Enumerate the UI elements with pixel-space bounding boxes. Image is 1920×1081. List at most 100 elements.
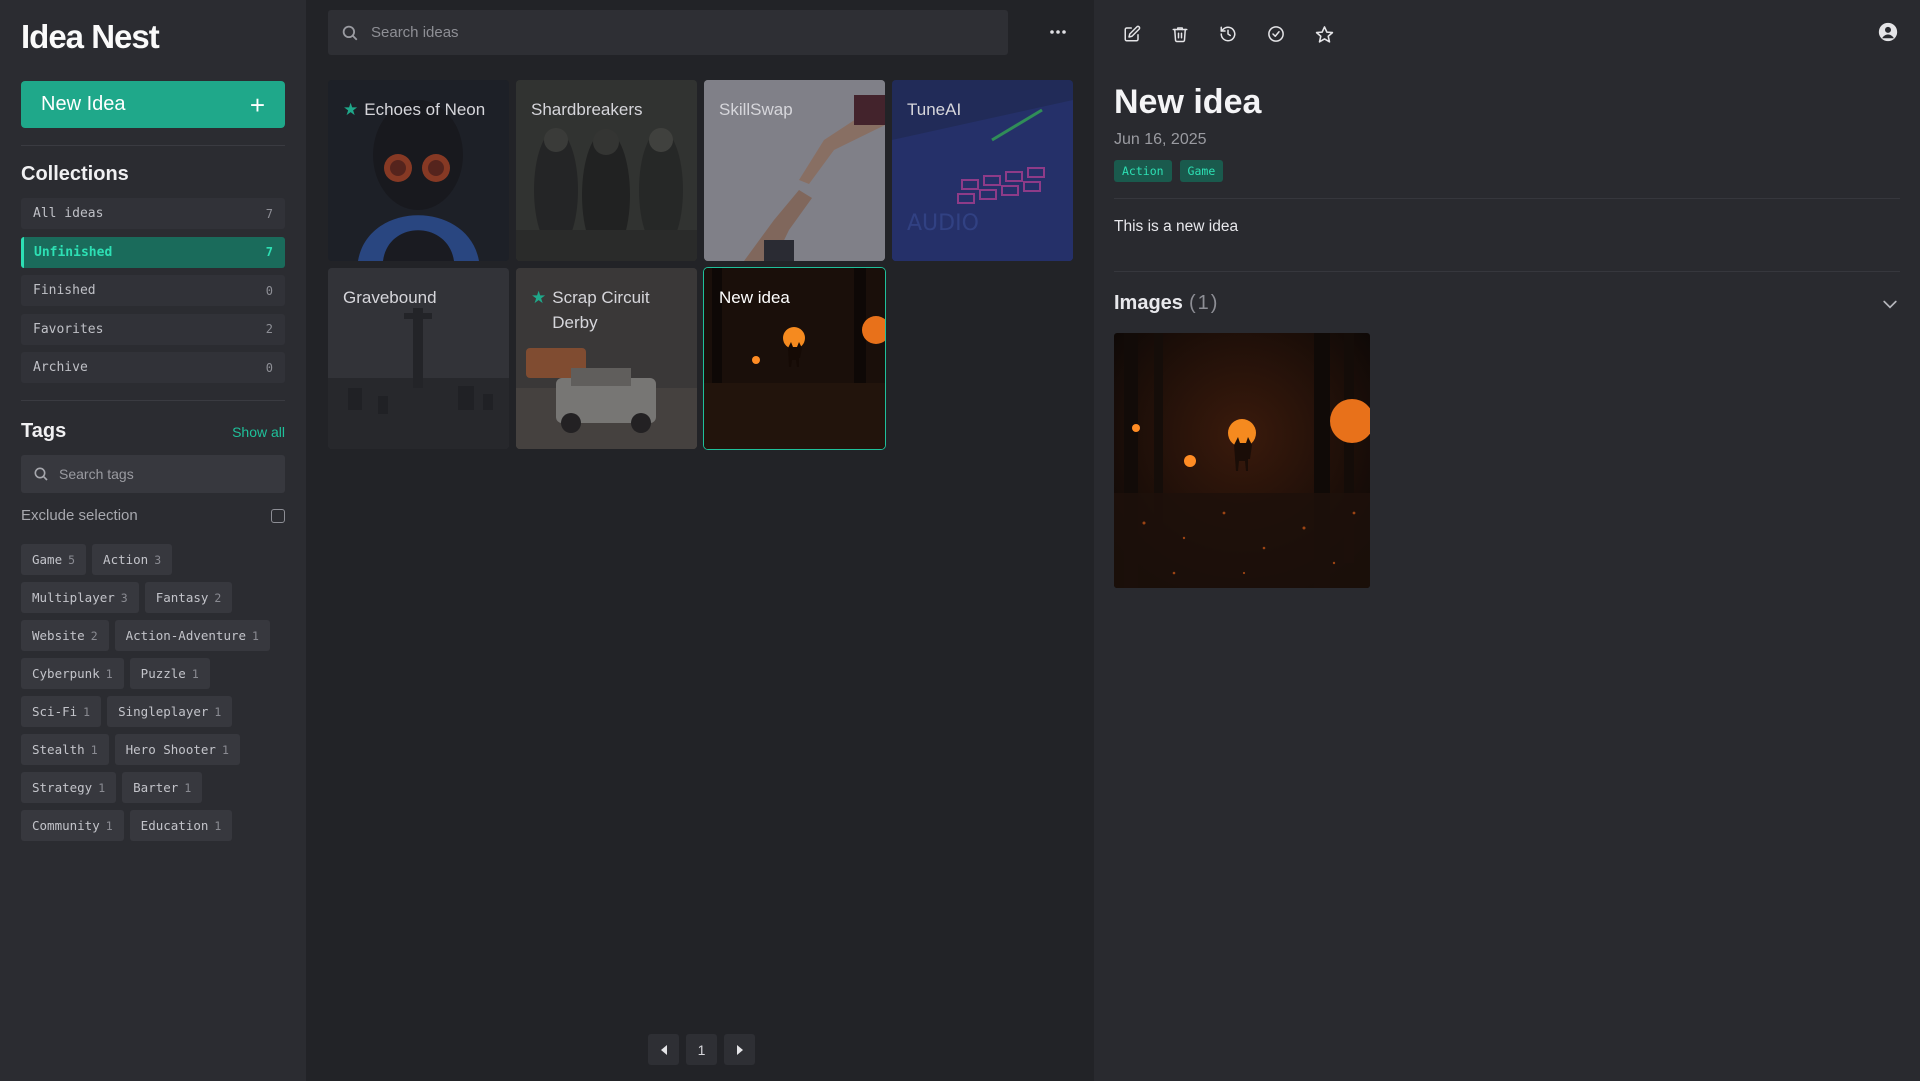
detail-toolbar <box>1120 22 1336 46</box>
exclude-selection-checkbox[interactable] <box>271 508 285 523</box>
collection-item-favorites[interactable]: Favorites 2 <box>21 313 285 345</box>
idea-date: Jun 16, 2025 <box>1114 131 1207 148</box>
collection-item-finished[interactable]: Finished 0 <box>21 275 285 306</box>
collection-label: All ideas <box>33 206 104 221</box>
next-page-button[interactable] <box>724 1034 755 1065</box>
collection-count: 0 <box>265 360 273 375</box>
ideas-panel: ★ Echoes of Neon Shardbreakers SkillSwap AUD… <box>306 0 1094 1081</box>
tag-label: Cyberpunk <box>32 666 100 681</box>
tag-count: 3 <box>154 552 162 567</box>
collection-label: Favorites <box>33 321 104 337</box>
caret-right-icon <box>736 1044 743 1055</box>
tag-chip[interactable]: Stealth 1 <box>21 734 109 765</box>
idea-image-thumbnail[interactable] <box>1114 333 1370 588</box>
idea-card[interactable]: SkillSwap <box>704 80 885 261</box>
tags-title: Tags <box>21 420 67 442</box>
tag-list: Game 5 Action 3 Multiplayer 3 Fantasy 2 Website 2… <box>21 544 291 841</box>
tag-count: 5 <box>68 552 76 567</box>
idea-card-title: SkillSwap <box>719 97 873 122</box>
tag-label: Singleplayer <box>118 704 209 719</box>
show-all-tags-link[interactable]: Show all <box>232 424 285 440</box>
collection-item-unfinished[interactable]: Unfinished 7 <box>21 236 285 268</box>
tag-chip[interactable]: Puzzle 1 <box>129 658 210 689</box>
tag-label: Education <box>140 818 209 833</box>
exclude-selection-row: Exclude selection <box>21 507 285 524</box>
chevron-down-icon[interactable] <box>1880 294 1900 314</box>
new-idea-button[interactable]: New Idea + <box>21 81 285 128</box>
history-button[interactable] <box>1216 22 1240 46</box>
search-icon <box>34 467 48 481</box>
idea-search-input[interactable] <box>371 24 971 41</box>
tag-chip[interactable]: Education 1 <box>129 810 233 841</box>
tag-count: 1 <box>98 780 106 795</box>
idea-card[interactable]: Shardbreakers <box>516 80 697 261</box>
divider <box>1114 198 1900 199</box>
idea-card-title-text: Shardbreakers <box>531 100 643 119</box>
mark-finished-button[interactable] <box>1264 22 1288 46</box>
collection-label: Finished <box>33 283 96 298</box>
images-count: (1) <box>1188 292 1220 314</box>
delete-button[interactable] <box>1168 22 1192 46</box>
prev-page-button[interactable] <box>648 1034 679 1065</box>
idea-title: New idea <box>1114 83 1262 121</box>
tag-search-box <box>21 455 285 493</box>
app-logo: Idea Nest <box>21 18 160 55</box>
star-icon: ★ <box>343 100 359 119</box>
collection-count: 0 <box>265 283 273 298</box>
collection-label: Unfinished <box>34 244 113 260</box>
tag-chip[interactable]: Website 2 <box>21 620 109 651</box>
idea-description: This is a new idea <box>1114 218 1239 235</box>
idea-tag-chip[interactable]: Action <box>1114 160 1172 182</box>
tag-count: 1 <box>90 742 98 757</box>
idea-card-title: New idea <box>719 285 873 310</box>
tag-count: 1 <box>252 628 259 643</box>
idea-card-title-text: Gravebound <box>343 288 437 307</box>
tag-search-input[interactable] <box>59 466 259 482</box>
tag-label: Fantasy <box>155 590 209 605</box>
idea-card[interactable]: AUDIO TuneAI <box>892 80 1073 261</box>
tag-label: Website <box>32 628 85 643</box>
idea-tag-chip[interactable]: Game <box>1179 160 1224 182</box>
idea-card[interactable]: New idea <box>703 267 886 450</box>
tag-chip[interactable]: Cyberpunk 1 <box>21 658 124 689</box>
edit-button[interactable] <box>1120 22 1144 46</box>
tag-label: Hero Shooter <box>125 742 216 757</box>
favorite-button[interactable] <box>1312 22 1336 46</box>
tag-chip[interactable]: Multiplayer 3 <box>21 582 139 613</box>
images-section-header[interactable]: Images (1) <box>1114 292 1900 315</box>
edit-icon <box>1124 25 1141 42</box>
plus-icon: + <box>249 89 265 120</box>
search-icon <box>342 25 358 40</box>
idea-search-box <box>328 10 1008 55</box>
divider <box>21 400 285 401</box>
more-horizontal-icon <box>1050 30 1066 34</box>
tag-chip[interactable]: Game 5 <box>21 544 87 575</box>
idea-card-title: TuneAI <box>907 97 1061 122</box>
tag-label: Multiplayer <box>32 590 115 605</box>
idea-card[interactable]: Gravebound <box>328 268 509 449</box>
star-icon: ★ <box>531 288 547 307</box>
user-account-icon[interactable] <box>1878 22 1898 42</box>
tag-chip[interactable]: Action 3 <box>92 544 173 575</box>
idea-card[interactable]: ★ Echoes of Neon <box>328 80 509 261</box>
tag-chip[interactable]: Singleplayer 1 <box>107 696 233 727</box>
page-number-button[interactable]: 1 <box>686 1034 717 1065</box>
tag-chip[interactable]: Action-Adventure 1 <box>114 620 270 651</box>
forest-deer-image <box>1114 333 1370 588</box>
tag-chip[interactable]: Hero Shooter 1 <box>114 734 240 765</box>
collection-count: 7 <box>265 206 273 221</box>
idea-card-title: Shardbreakers <box>531 97 685 122</box>
tag-chip[interactable]: Community 1 <box>21 810 124 841</box>
tag-chip[interactable]: Barter 1 <box>122 772 203 803</box>
tag-chip[interactable]: Sci-Fi 1 <box>21 696 102 727</box>
images-label: Images <box>1114 292 1183 314</box>
tag-chip[interactable]: Fantasy 2 <box>144 582 233 613</box>
exclude-selection-label: Exclude selection <box>21 507 138 524</box>
tag-chip[interactable]: Strategy 1 <box>21 772 117 803</box>
collection-item-archive[interactable]: Archive 0 <box>21 352 285 383</box>
idea-card[interactable]: ★ Scrap Circuit Derby <box>516 268 697 449</box>
collection-item-all-ideas[interactable]: All ideas 7 <box>21 198 285 229</box>
more-options-button[interactable] <box>1047 22 1069 42</box>
divider <box>21 145 285 146</box>
idea-card-title-text: SkillSwap <box>719 100 793 119</box>
